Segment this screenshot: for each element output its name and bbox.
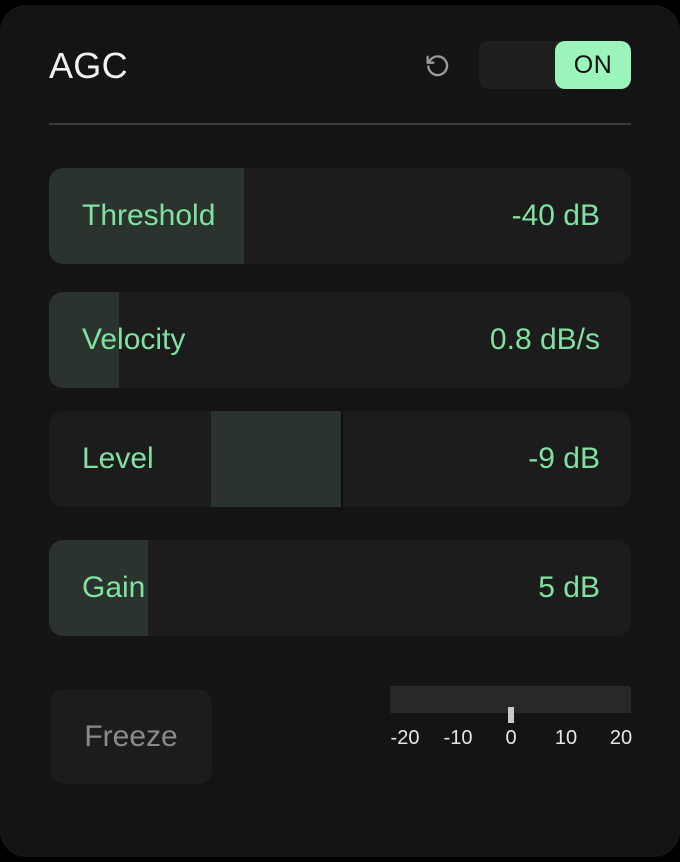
level-meter-marker — [508, 707, 514, 723]
parameter-label: Velocity — [82, 323, 186, 356]
freeze-button[interactable]: Freeze — [50, 689, 212, 784]
parameter-value: -40 dB — [511, 199, 600, 232]
parameter-value: 0.8 dB/s — [489, 323, 600, 356]
parameter-fill — [211, 411, 341, 507]
parameter-row-threshold[interactable]: Threshold -40 dB — [49, 168, 631, 264]
meter-scale-label: 10 — [554, 727, 578, 749]
parameter-row-gain[interactable]: Gain 5 dB — [49, 540, 631, 636]
toggle-state-label: ON — [573, 50, 613, 79]
panel-header: AGC ON — [0, 5, 680, 125]
meter-scale-label: -20 — [390, 727, 420, 749]
agc-panel: AGC ON Threshold -40 dB Velocity 0.8 dB/… — [0, 5, 680, 857]
level-meter-scale: -20 -10 0 10 20 — [380, 727, 640, 753]
reset-button[interactable] — [420, 48, 454, 82]
parameter-row-velocity[interactable]: Velocity 0.8 dB/s — [49, 292, 631, 388]
parameter-row-level[interactable]: Level -9 dB — [49, 411, 631, 507]
page-title: AGC — [49, 45, 128, 86]
toggle-knob: ON — [555, 41, 631, 89]
meter-scale-label: 0 — [505, 727, 517, 749]
header-divider — [49, 123, 631, 125]
agc-power-toggle[interactable]: ON — [479, 41, 631, 89]
parameter-label: Threshold — [82, 199, 216, 232]
parameter-label: Gain — [82, 571, 146, 604]
parameter-label: Level — [82, 442, 154, 475]
freeze-button-label: Freeze — [84, 719, 178, 753]
meter-scale-label: -10 — [443, 727, 473, 749]
parameter-value: -9 dB — [528, 442, 600, 475]
parameter-value: 5 dB — [538, 571, 600, 604]
undo-rotate-ccw-icon — [423, 51, 451, 79]
meter-scale-label: 20 — [609, 727, 633, 749]
parameter-separator — [341, 411, 343, 507]
